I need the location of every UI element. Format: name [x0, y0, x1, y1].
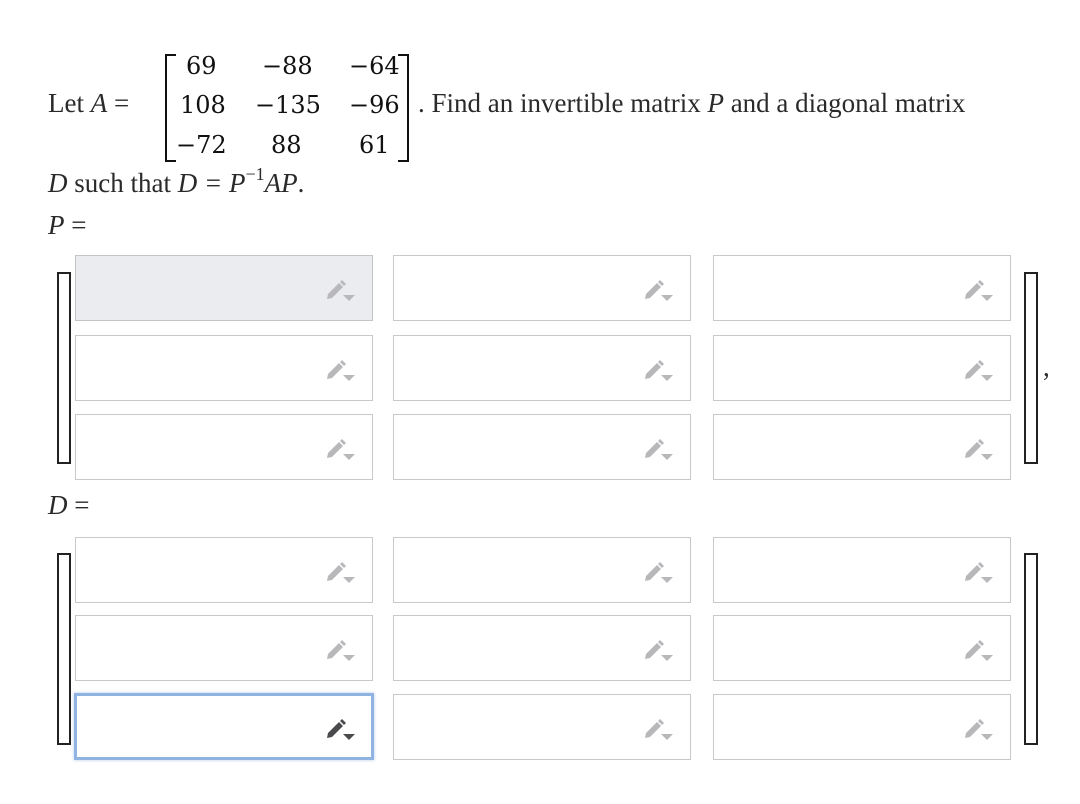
d-label: D = [48, 490, 89, 521]
p-cell-1-1[interactable] [75, 255, 373, 321]
equation-p: P [228, 168, 246, 198]
p-cell-1-2[interactable] [393, 255, 691, 321]
p-cell-1-3[interactable] [713, 255, 1011, 321]
matrix-a-cell: −135 [255, 91, 321, 119]
pencil-dropdown-icon[interactable] [963, 559, 993, 585]
p-label-var: P [48, 210, 65, 240]
d-matrix-left-bracket [57, 553, 71, 745]
pencil-dropdown-icon[interactable] [325, 637, 355, 663]
pencil-dropdown-icon[interactable] [963, 436, 993, 462]
d-label-equals: = [74, 490, 90, 520]
matrix-a-left-bracket [165, 54, 176, 162]
matrix-a-cell: −88 [262, 52, 313, 80]
matrix-a-cell: 61 [359, 131, 390, 159]
equation-ap: AP [264, 168, 298, 198]
var-a: A [90, 88, 108, 118]
var-p: P [707, 88, 724, 118]
p-cell-3-1[interactable] [75, 414, 373, 480]
p-cell-2-2[interactable] [393, 335, 691, 401]
var-d: D [48, 168, 68, 198]
pencil-dropdown-icon[interactable] [325, 277, 355, 303]
pencil-dropdown-icon[interactable] [325, 357, 355, 383]
pencil-dropdown-icon[interactable] [643, 716, 673, 742]
p-matrix-right-bracket [1024, 272, 1038, 464]
p-label: P = [48, 210, 86, 241]
equals-sign: = [113, 88, 130, 118]
d-cell-3-2[interactable] [393, 694, 691, 760]
problem-intro: Let A = [48, 88, 129, 119]
p-trailing-comma: , [1043, 352, 1050, 382]
matrix-a-cell: 88 [271, 131, 302, 159]
pencil-dropdown-icon[interactable] [643, 559, 673, 585]
problem-instruction: . Find an invertible matrix P and a diag… [418, 88, 965, 119]
p-cell-3-3[interactable] [713, 414, 1011, 480]
pencil-dropdown-icon[interactable] [325, 716, 355, 742]
let-text: Let [48, 88, 84, 118]
pencil-dropdown-icon[interactable] [325, 436, 355, 462]
d-cell-2-2[interactable] [393, 615, 691, 681]
pencil-dropdown-icon[interactable] [643, 436, 673, 462]
d-cell-3-3[interactable] [713, 694, 1011, 760]
pencil-dropdown-icon[interactable] [643, 637, 673, 663]
pencil-dropdown-icon[interactable] [643, 277, 673, 303]
pencil-dropdown-icon[interactable] [963, 357, 993, 383]
instruction-text-2: and a diagonal matrix [730, 88, 966, 118]
d-cell-2-1[interactable] [75, 615, 373, 681]
matrix-a-cell: −64 [349, 52, 400, 80]
p-cell-3-2[interactable] [393, 414, 691, 480]
d-cell-1-3[interactable] [713, 537, 1011, 603]
p-label-equals: = [71, 210, 87, 240]
pencil-dropdown-icon[interactable] [963, 637, 993, 663]
matrix-a-cell: 69 [186, 52, 217, 80]
d-cell-3-1[interactable] [74, 693, 374, 760]
p-matrix-left-bracket [57, 272, 71, 464]
problem-condition: D such that D = P−1AP. [48, 164, 305, 199]
pencil-dropdown-icon[interactable] [963, 277, 993, 303]
pencil-dropdown-icon[interactable] [643, 357, 673, 383]
pencil-dropdown-icon[interactable] [325, 559, 355, 585]
d-cell-2-3[interactable] [713, 615, 1011, 681]
matrix-a-cell: −96 [349, 91, 400, 119]
equation-lhs: D = [177, 168, 223, 198]
instruction-text: . Find an invertible matrix [418, 88, 701, 118]
equation-inverse-exponent: −1 [245, 164, 265, 184]
matrix-a-cell: −72 [176, 131, 227, 159]
p-cell-2-1[interactable] [75, 335, 373, 401]
equation-period: . [297, 168, 305, 198]
d-matrix-right-bracket [1024, 553, 1038, 745]
such-that-text: such that [74, 168, 171, 198]
matrix-a-cell: 108 [180, 91, 226, 119]
pencil-dropdown-icon[interactable] [963, 716, 993, 742]
d-cell-1-1[interactable] [75, 537, 373, 603]
p-cell-2-3[interactable] [713, 335, 1011, 401]
d-label-var: D [48, 490, 68, 520]
d-cell-1-2[interactable] [393, 537, 691, 603]
